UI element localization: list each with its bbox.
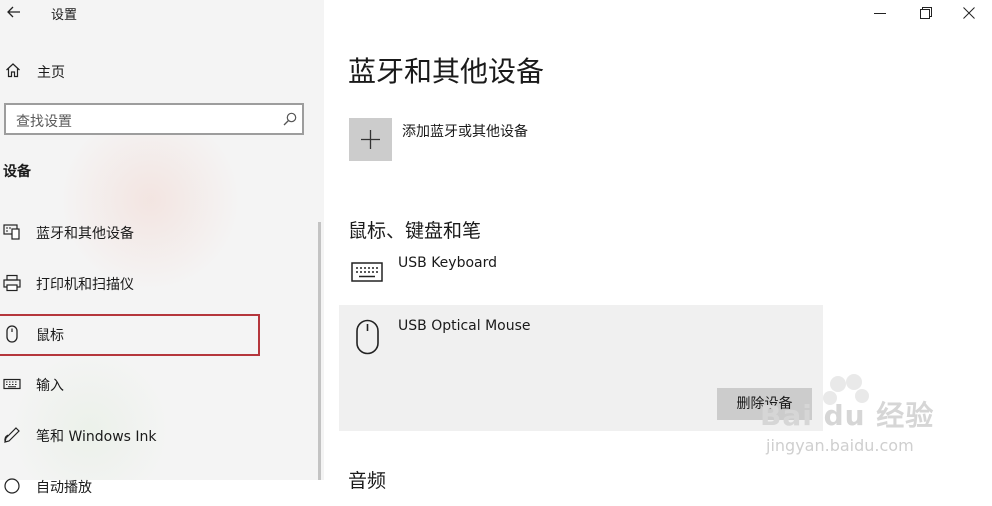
sidebar-item-label: 输入 xyxy=(36,378,64,394)
sidebar-item-bluetooth[interactable]: 蓝牙和其他设备 xyxy=(0,212,300,252)
mouse-icon xyxy=(6,325,18,343)
section-header-input-devices: 鼠标、键盘和笔 xyxy=(348,220,482,242)
section-header-devices: 设备 xyxy=(3,164,31,180)
sidebar-item-label: 自动播放 xyxy=(36,480,92,496)
page-title: 蓝牙和其他设备 xyxy=(348,55,545,88)
sidebar-item-pen[interactable]: 笔和 Windows Ink xyxy=(0,415,300,455)
keyboard-icon xyxy=(351,262,383,282)
sidebar-item-label: 笔和 Windows Ink xyxy=(36,429,157,445)
search-input[interactable]: 查找设置 xyxy=(4,103,304,135)
window-title: 设置 xyxy=(51,8,78,23)
minimize-icon xyxy=(874,13,886,14)
sidebar-item-label: 鼠标 xyxy=(36,328,64,344)
sidebar: 设置 主页 查找设置 设备 蓝牙和其他设备 打印机和扫描仪 鼠标 输入 笔和 W… xyxy=(0,0,324,496)
restore-button[interactable] xyxy=(903,0,949,26)
watermark-url: jingyan.baidu.com xyxy=(766,436,914,455)
home-label: 主页 xyxy=(37,65,65,81)
sidebar-scrollbar[interactable] xyxy=(318,222,321,480)
minimize-button[interactable] xyxy=(857,0,903,26)
add-device-label[interactable]: 添加蓝牙或其他设备 xyxy=(402,121,528,141)
back-arrow-icon xyxy=(7,6,20,18)
printer-icon xyxy=(3,274,21,292)
home-icon xyxy=(6,63,20,78)
sidebar-item-typing[interactable]: 输入 xyxy=(0,364,300,404)
sidebar-item-label: 打印机和扫描仪 xyxy=(36,277,134,293)
watermark-brand: Bai du 经验 xyxy=(760,399,935,432)
pen-icon xyxy=(4,427,20,443)
search-placeholder: 查找设置 xyxy=(16,114,72,130)
sidebar-item-label: 蓝牙和其他设备 xyxy=(36,226,134,242)
sidebar-item-mouse[interactable]: 鼠标 xyxy=(0,314,300,356)
home-link[interactable]: 主页 xyxy=(0,58,300,86)
restore-icon xyxy=(920,7,932,19)
sidebar-item-autoplay[interactable]: 自动播放 xyxy=(0,466,300,506)
mouse-icon xyxy=(356,319,379,355)
add-device-button[interactable] xyxy=(349,118,392,161)
back-button[interactable] xyxy=(4,2,24,22)
device-mouse-icon xyxy=(355,319,381,359)
device-name-keyboard[interactable]: USB Keyboard xyxy=(398,255,497,271)
plus-icon xyxy=(361,130,380,149)
keyboard-icon xyxy=(3,378,21,390)
sidebar-item-printers[interactable]: 打印机和扫描仪 xyxy=(0,263,300,303)
close-button[interactable] xyxy=(946,0,992,26)
search-icon[interactable] xyxy=(282,111,298,127)
close-icon xyxy=(963,7,975,19)
bluetooth-devices-icon xyxy=(3,224,20,240)
device-keyboard-icon xyxy=(351,261,383,287)
device-name-mouse[interactable]: USB Optical Mouse xyxy=(398,318,531,334)
